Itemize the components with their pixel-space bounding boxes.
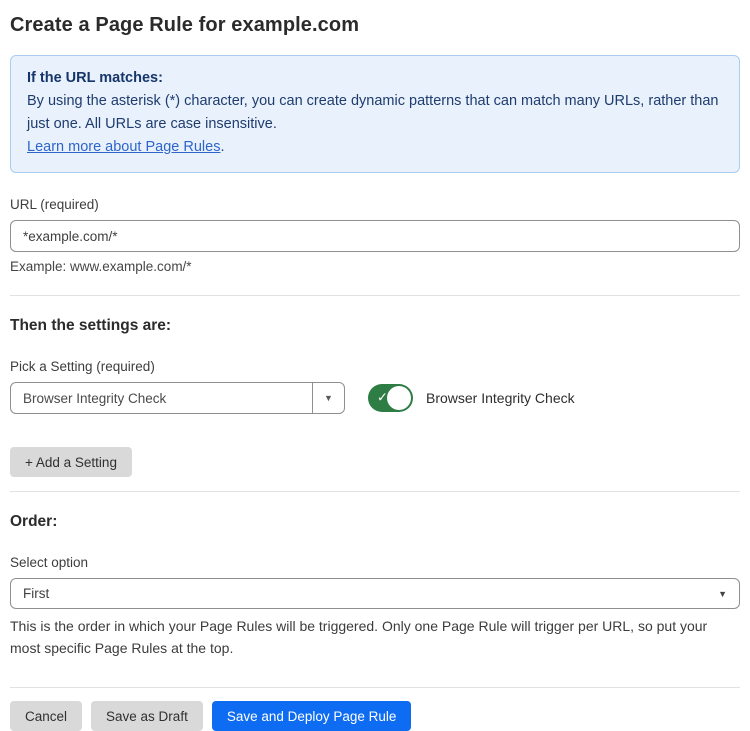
url-match-info-box: If the URL matches: By using the asteris… bbox=[10, 55, 740, 173]
info-box-heading: If the URL matches: bbox=[27, 67, 723, 90]
divider bbox=[10, 687, 740, 688]
url-field-hint: Example: www.example.com/* bbox=[10, 259, 740, 274]
order-help-text: This is the order in which your Page Rul… bbox=[10, 616, 740, 659]
setting-dropdown-value: Browser Integrity Check bbox=[11, 383, 312, 413]
info-box-link-row: Learn more about Page Rules. bbox=[27, 136, 723, 159]
add-setting-button[interactable]: + Add a Setting bbox=[10, 447, 132, 477]
page-title: Create a Page Rule for example.com bbox=[10, 14, 740, 37]
url-input[interactable] bbox=[10, 220, 740, 252]
divider bbox=[10, 491, 740, 492]
divider bbox=[10, 295, 740, 296]
toggle-label: Browser Integrity Check bbox=[426, 390, 575, 406]
save-draft-button[interactable]: Save as Draft bbox=[91, 701, 203, 731]
settings-section-heading: Then the settings are: bbox=[10, 317, 740, 335]
order-select[interactable]: First ▼ bbox=[10, 578, 740, 609]
info-box-body: By using the asterisk (*) character, you… bbox=[27, 90, 723, 136]
create-page-rule-form: Create a Page Rule for example.com If th… bbox=[0, 0, 750, 731]
setting-row: Browser Integrity Check ▼ ✓ Browser Inte… bbox=[10, 382, 740, 414]
order-select-value: First bbox=[23, 586, 49, 601]
link-suffix: . bbox=[220, 139, 224, 155]
toggle-knob bbox=[387, 386, 411, 410]
order-select-label: Select option bbox=[10, 555, 740, 570]
browser-integrity-toggle[interactable]: ✓ bbox=[368, 384, 413, 412]
setting-dropdown[interactable]: Browser Integrity Check ▼ bbox=[10, 382, 345, 414]
url-field-label: URL (required) bbox=[10, 197, 740, 212]
cancel-button[interactable]: Cancel bbox=[10, 701, 82, 731]
pick-setting-label: Pick a Setting (required) bbox=[10, 359, 740, 374]
footer-actions: Cancel Save as Draft Save and Deploy Pag… bbox=[10, 701, 740, 731]
chevron-down-icon: ▼ bbox=[324, 393, 333, 403]
learn-more-link[interactable]: Learn more about Page Rules bbox=[27, 139, 220, 155]
setting-dropdown-button[interactable]: ▼ bbox=[312, 383, 344, 413]
chevron-down-icon: ▼ bbox=[718, 589, 727, 599]
save-deploy-button[interactable]: Save and Deploy Page Rule bbox=[212, 701, 412, 731]
order-section-heading: Order: bbox=[10, 513, 740, 531]
